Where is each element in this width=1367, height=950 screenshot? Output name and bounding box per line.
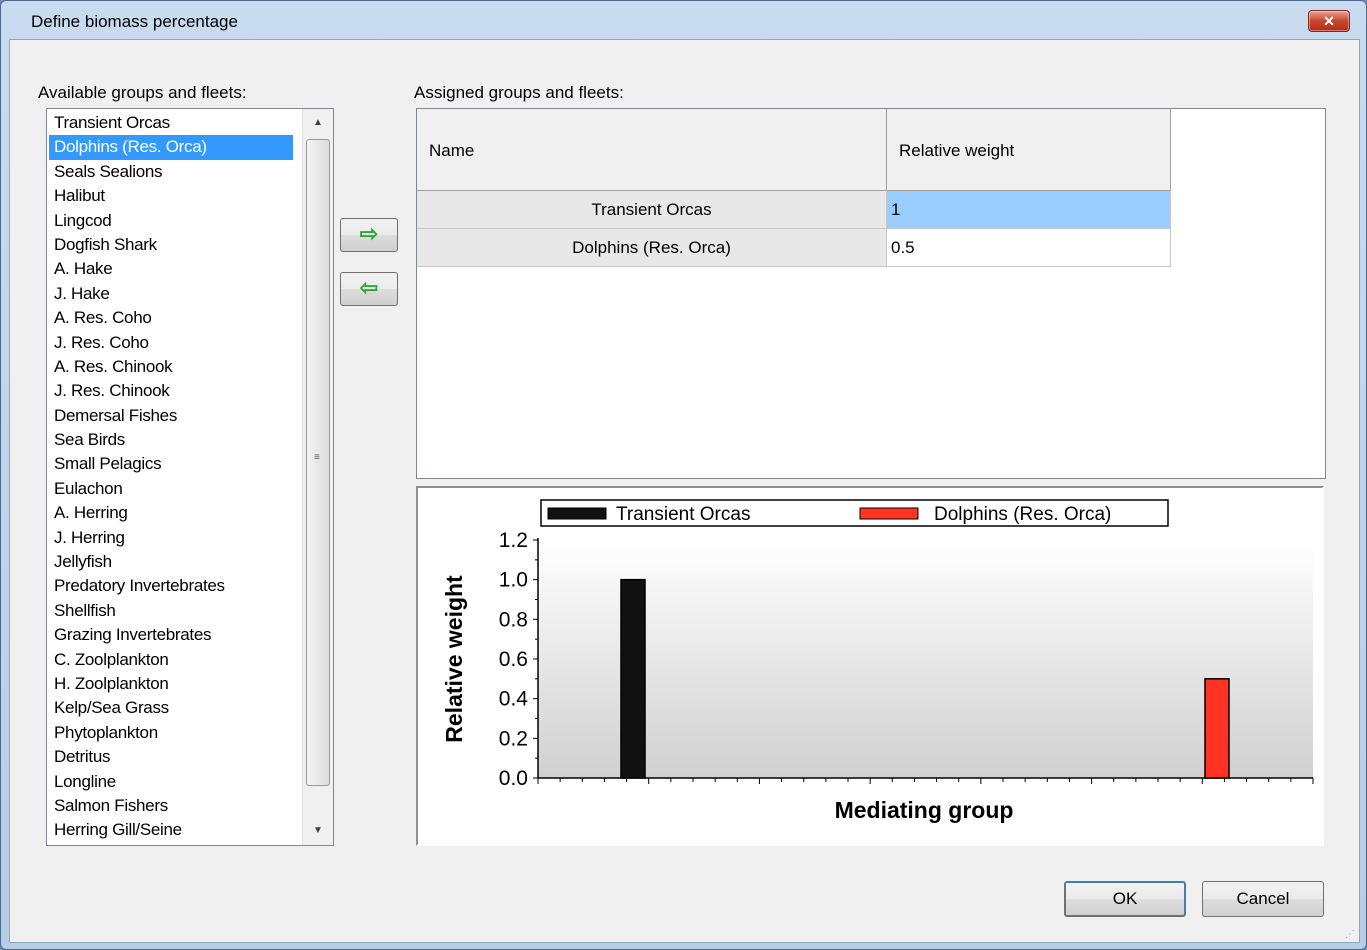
list-item[interactable]: H. Zoolplankton <box>49 672 293 696</box>
list-item[interactable]: Shellfish <box>49 599 293 623</box>
list-item[interactable]: Eulachon <box>49 477 293 501</box>
list-item[interactable]: J. Hake <box>49 282 293 306</box>
y-tick-label: 1.2 <box>499 529 528 552</box>
column-header-name[interactable]: Name <box>417 109 887 191</box>
plot-area <box>538 540 1313 778</box>
list-item[interactable]: J. Res. Chinook <box>49 379 293 403</box>
assigned-label: Assigned groups and fleets: <box>414 83 624 102</box>
grip-icon: ≡ <box>314 452 320 463</box>
list-item[interactable]: Predatory Invertebrates <box>49 574 293 598</box>
list-item[interactable]: Salmon Fishers <box>49 794 293 818</box>
y-tick-label: 0.8 <box>499 608 528 631</box>
bar <box>620 578 646 779</box>
cancel-button[interactable]: Cancel <box>1202 881 1324 917</box>
grid-row-name[interactable]: Transient Orcas <box>417 191 887 229</box>
list-item[interactable]: Grazing Invertebrates <box>49 623 293 647</box>
y-axis-label: Relative weight <box>441 575 467 743</box>
available-label: Available groups and fleets: <box>38 83 247 102</box>
legend-label: Transient Orcas <box>616 504 750 525</box>
remove-button[interactable]: ⇦ <box>340 272 398 306</box>
dialog-client: Available groups and fleets: Transient O… <box>9 39 1360 943</box>
scroll-up-icon[interactable]: ▲ <box>303 109 333 137</box>
list-item[interactable]: Herring Gill/Seine <box>49 818 293 842</box>
list-item[interactable]: A. Hake <box>49 257 293 281</box>
list-item[interactable]: C. Zoolplankton <box>49 648 293 672</box>
grid-row-weight[interactable]: 0.5 <box>887 229 1171 267</box>
window-title: Define biomass percentage <box>31 12 238 31</box>
assigned-grid[interactable]: Name Relative weight Transient Orcas 1 D… <box>416 108 1326 479</box>
available-list[interactable]: Transient Orcas Dolphins (Res. Orca) Seals… <box>46 108 334 846</box>
title-bar[interactable]: Define biomass percentage ✕ <box>1 1 1366 39</box>
list-item[interactable]: Dolphins (Res. Orca) <box>49 135 293 160</box>
arrow-right-icon: ⇨ <box>359 221 379 246</box>
list-item[interactable]: Lingcod <box>49 209 293 233</box>
list-item[interactable]: Phytoplankton <box>49 721 293 745</box>
close-button[interactable]: ✕ <box>1308 10 1350 32</box>
arrow-left-icon: ⇦ <box>359 275 379 300</box>
list-item[interactable]: Sea Birds <box>49 428 293 452</box>
y-tick-label: 0.0 <box>499 767 528 790</box>
list-item[interactable]: J. Res. Coho <box>49 331 293 355</box>
x-axis-label: Mediating group <box>835 797 1014 823</box>
legend-swatch <box>547 507 607 520</box>
available-items: Transient Orcas Dolphins (Res. Orca) Seals… <box>49 111 293 843</box>
y-tick-label: 0.6 <box>499 648 528 671</box>
y-tick-label: 1.0 <box>499 569 528 592</box>
y-tick-label: 0.4 <box>499 688 529 711</box>
weight-chart: 0.0 0.2 0.4 0.6 0.8 1.0 1.2 Relative weight Medi… <box>416 486 1324 846</box>
list-item[interactable]: Halibut <box>49 184 293 208</box>
scroll-down-icon[interactable]: ▼ <box>303 817 333 845</box>
close-icon: ✕ <box>1323 13 1335 29</box>
legend-label: Dolphins (Res. Orca) <box>934 504 1111 525</box>
list-item[interactable]: A. Herring <box>49 501 293 525</box>
scrollbar-thumb[interactable]: ≡ <box>306 139 330 786</box>
list-item[interactable]: Longline <box>49 770 293 794</box>
add-button[interactable]: ⇨ <box>340 218 398 252</box>
grid-row-name[interactable]: Dolphins (Res. Orca) <box>417 229 887 267</box>
list-item[interactable]: Transient Orcas <box>49 111 293 135</box>
list-item[interactable]: Jellyfish <box>49 550 293 574</box>
legend-swatch <box>859 507 919 520</box>
list-item[interactable]: A. Res. Chinook <box>49 355 293 379</box>
bar <box>1204 678 1230 779</box>
vertical-scrollbar[interactable]: ▲ ≡ ▼ <box>302 109 333 845</box>
y-tick-label: 0.2 <box>499 727 528 750</box>
ok-button[interactable]: OK <box>1064 881 1186 917</box>
list-item[interactable]: Demersal Fishes <box>49 404 293 428</box>
list-item[interactable]: J. Herring <box>49 526 293 550</box>
column-header-weight[interactable]: Relative weight <box>887 109 1171 191</box>
list-item[interactable]: Detritus <box>49 745 293 769</box>
chart-canvas: 0.0 0.2 0.4 0.6 0.8 1.0 1.2 Relative weight Medi… <box>441 499 1314 823</box>
list-item[interactable]: Seals Sealions <box>49 160 293 184</box>
list-item[interactable]: A. Res. Coho <box>49 306 293 330</box>
grid-row-weight[interactable]: 1 <box>887 191 1171 229</box>
resize-grip-icon[interactable]: ⋰ <box>1345 929 1355 940</box>
list-item[interactable]: Kelp/Sea Grass <box>49 696 293 720</box>
list-item[interactable]: Small Pelagics <box>49 452 293 476</box>
list-item[interactable]: Dogfish Shark <box>49 233 293 257</box>
dialog-window: Define biomass percentage ✕ Available gr… <box>0 0 1367 950</box>
